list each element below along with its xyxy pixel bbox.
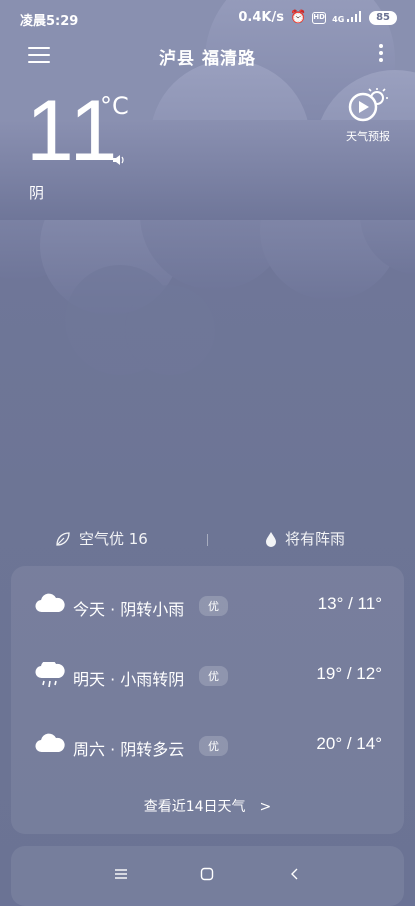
weather-forecast-button[interactable]: 天气预报	[343, 88, 393, 144]
divider	[207, 534, 208, 546]
leaf-icon	[56, 531, 70, 546]
hd-icon: HD	[312, 11, 327, 24]
current-condition: 阴	[29, 184, 45, 202]
home-icon[interactable]	[200, 866, 214, 885]
raindrop-icon	[266, 531, 276, 547]
back-icon[interactable]	[288, 866, 302, 885]
system-nav-bar	[0, 858, 415, 894]
view-14-day-link[interactable]: 查看近14日天气 >	[11, 796, 404, 816]
signal-icon: 4G	[332, 11, 363, 24]
aqi-badge: 优	[199, 596, 228, 616]
speaker-icon[interactable]	[112, 151, 126, 170]
daily-row-today[interactable]: 今天 · 阴转小雨 优 13° / 11°	[11, 586, 404, 626]
daily-name: 今天 · 阴转小雨	[73, 600, 185, 619]
more-options-button[interactable]	[377, 44, 385, 66]
daily-range: 20° / 14°	[316, 734, 382, 753]
rain-alert[interactable]: 将有阵雨	[265, 528, 345, 549]
status-icons: 0.4K/s ⏰ HD 4G 85	[238, 10, 397, 25]
daily-range: 13° / 11°	[317, 594, 382, 613]
status-bar: 凌晨5:29 0.4K/s ⏰ HD 4G 85	[0, 0, 415, 36]
aqi-badge: 优	[199, 736, 228, 756]
cloud-icon	[35, 592, 65, 618]
forecast-play-icon	[348, 88, 388, 122]
location-title[interactable]: 泸县 福清路	[0, 44, 415, 69]
daily-range: 19° / 12°	[316, 664, 382, 683]
forecast-label: 天气预报	[346, 130, 390, 143]
air-quality-row: 空气优 16 将有阵雨	[0, 528, 415, 552]
status-time: 凌晨5:29	[20, 14, 79, 29]
temperature-unit: °C	[100, 92, 129, 120]
daily-name: 周六 · 阴转多云	[73, 740, 185, 759]
daily-forecast-card: 今天 · 阴转小雨 优 13° / 11° 明天 · 小雨转阴 优 19° / …	[11, 566, 404, 834]
top-bar: 泸县 福清路	[0, 36, 415, 76]
net-speed: 0.4K/s	[238, 10, 284, 25]
daily-row-saturday[interactable]: 周六 · 阴转多云 优 20° / 14°	[11, 726, 404, 766]
rain-alert-label: 将有阵雨	[285, 530, 346, 548]
recent-apps-icon[interactable]	[114, 866, 128, 885]
daily-row-tomorrow[interactable]: 明天 · 小雨转阴 优 19° / 12°	[11, 656, 404, 696]
signal-label: 4G	[332, 15, 345, 24]
air-quality[interactable]: 空气优 16	[55, 528, 148, 549]
rain-cloud-icon	[35, 659, 65, 694]
battery-icon: 85	[369, 10, 397, 25]
air-quality-label: 空气优 16	[79, 530, 148, 548]
alarm-icon: ⏰	[289, 10, 307, 25]
daily-name: 明天 · 小雨转阴	[73, 670, 185, 689]
aqi-badge: 优	[199, 666, 228, 686]
cloud-icon	[35, 732, 65, 758]
